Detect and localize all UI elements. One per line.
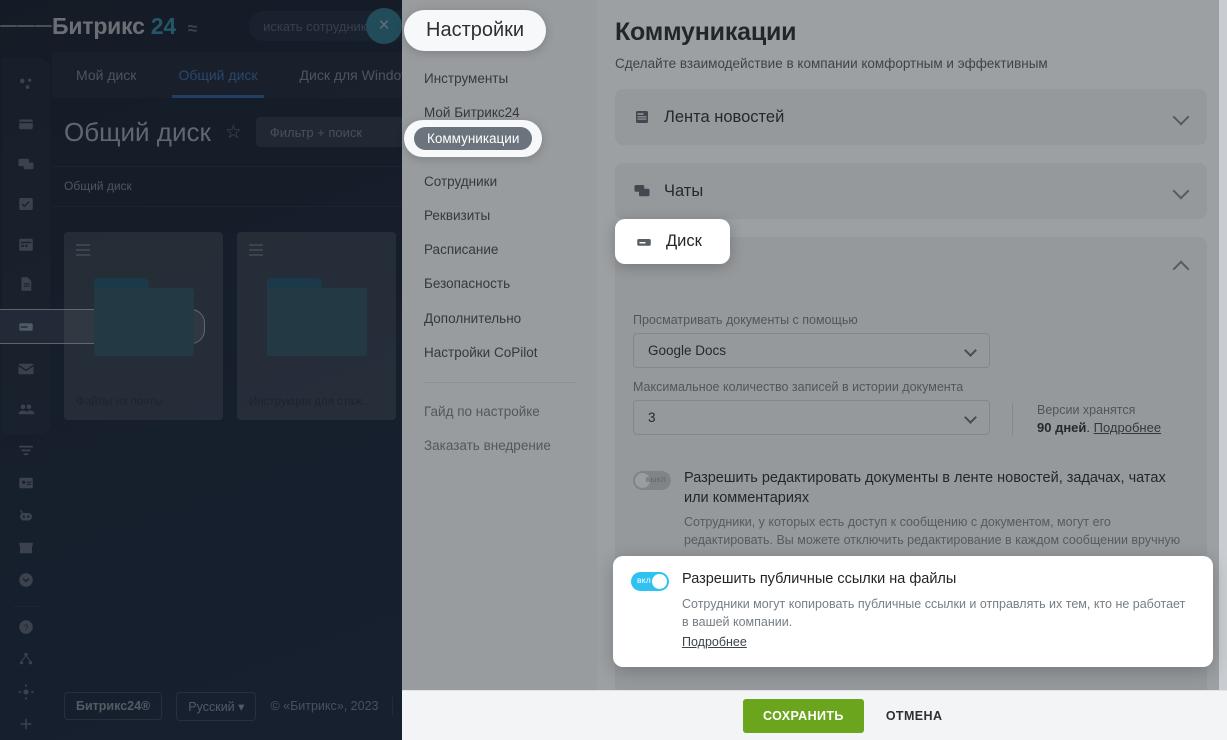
newsfeed-icon [633, 108, 651, 126]
toggle-title: Разрешить публичные ссылки на файлы [682, 571, 957, 587]
content-title: Коммуникации [615, 18, 797, 46]
toggle-public-links[interactable]: вкл [631, 572, 669, 591]
toggle-row-edit-documents: выкл Разрешить редактировать документы в… [633, 453, 1189, 561]
toggle-knob [652, 574, 667, 589]
settings-nav-sidebar: Инструменты Мой Битрикс24 Коммуникации С… [402, 0, 597, 740]
section-label: Диск [666, 232, 702, 250]
disk-settings-body: Просматривать документы с помощью Google… [615, 293, 1207, 740]
section-newsfeed[interactable]: Лента новостей [615, 89, 1207, 145]
sidebar-item-copilot[interactable]: Настройки CoPilot [402, 336, 597, 370]
section-chats[interactable]: Чаты [615, 163, 1207, 219]
toggle-more-link[interactable]: Подробнее [682, 635, 747, 649]
sidebar-item-instruments[interactable]: Инструменты [402, 62, 597, 96]
panel-action-bar: СОХРАНИТЬ ОТМЕНА [402, 690, 1227, 740]
versions-note-link[interactable]: Подробнее [1094, 420, 1161, 435]
sidebar-item-employees[interactable]: Сотрудники [402, 165, 597, 199]
chevron-down-icon [964, 411, 977, 424]
panel-scrollbar[interactable] [1219, 0, 1227, 740]
section-label: Чаты [664, 181, 704, 200]
toggle-state-label: вкл [637, 575, 651, 585]
section-label: Лента новостей [664, 107, 785, 126]
sidebar-item-requisites[interactable]: Реквизиты [402, 199, 597, 233]
toggle-edit-documents[interactable]: выкл [633, 471, 671, 490]
sidebar-item-label: Коммуникации [414, 127, 533, 150]
sidebar-item-communications[interactable]: Коммуникации [404, 120, 543, 157]
sidebar-item-setup-guide[interactable]: Гайд по настройке [402, 395, 597, 429]
drive-icon [635, 233, 653, 251]
sidebar-item-schedule[interactable]: Расписание [402, 233, 597, 267]
toggle-description: Сотрудники могут копировать публичные сс… [682, 596, 1186, 629]
sidebar-item-order-implementation[interactable]: Заказать внедрение [402, 429, 597, 463]
cancel-button[interactable]: ОТМЕНА [886, 709, 943, 723]
sidebar-item-additional[interactable]: Дополнительно [402, 302, 597, 336]
history-field-label: Максимальное количество записей в истори… [633, 380, 964, 394]
versions-note-line1: Версии хранятся [1037, 403, 1136, 417]
chevron-down-icon [964, 344, 977, 357]
history-selected-value: 3 [648, 410, 656, 425]
toggle-title: Разрешить редактировать документы в лент… [684, 470, 1166, 506]
save-button[interactable]: СОХРАНИТЬ [743, 698, 864, 733]
settings-panel-title: Настройки [404, 10, 547, 51]
viewer-select[interactable]: Google Docs [633, 333, 990, 368]
sidebar-divider [424, 381, 575, 383]
versions-note-value: 90 дней [1037, 420, 1087, 435]
versions-note-separator: . [1086, 420, 1094, 435]
chevron-up-icon[interactable] [1172, 260, 1190, 278]
toggle-description: Сотрудники, у которых есть доступ к сооб… [684, 515, 1181, 548]
sidebar-item-security[interactable]: Безопасность [402, 267, 597, 301]
versions-note: Версии хранятся 90 дней. Подробнее [1012, 403, 1161, 435]
chat-bubbles-icon [633, 182, 651, 200]
toggle-row-public-links: вкл Разрешить публичные ссылки на файлы … [613, 556, 1213, 667]
toggle-state-label: выкл [645, 474, 666, 484]
section-disk-header[interactable]: Диск [615, 219, 730, 264]
content-subtitle: Сделайте взаимодействие в компании комфо… [615, 56, 1048, 71]
viewer-selected-value: Google Docs [648, 343, 727, 358]
app-screen: Битрикс 24 ≈ искать сотрудника, докумен … [0, 0, 1227, 740]
history-select[interactable]: 3 [633, 400, 990, 435]
viewer-field-label: Просматривать документы с помощью [633, 313, 858, 327]
